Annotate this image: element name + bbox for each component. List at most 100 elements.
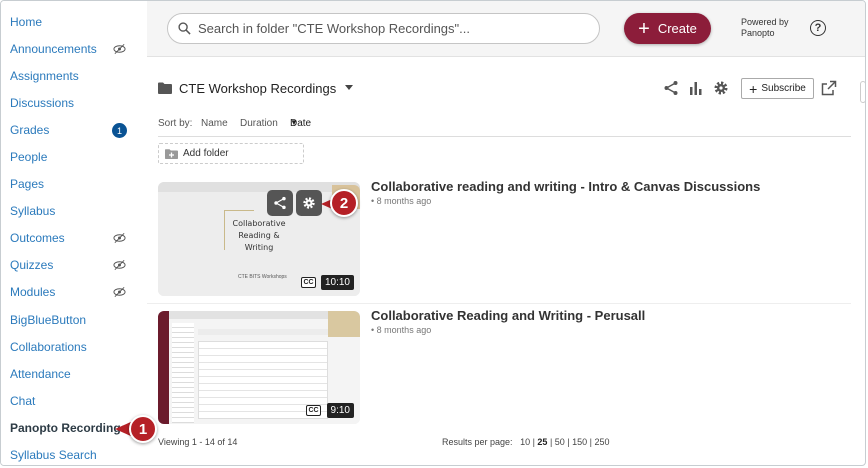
session-date-text: 8 months ago	[376, 196, 432, 206]
sidebar-item-people[interactable]: People	[10, 147, 138, 167]
folder-title-row[interactable]: CTE Workshop Recordings	[158, 78, 336, 98]
sidebar-item-collaborations[interactable]: Collaborations	[10, 337, 138, 357]
results-label: Results per page:	[442, 437, 513, 447]
search-box[interactable]	[167, 13, 600, 44]
thumbnail-module-header	[198, 329, 328, 335]
sidebar-item-label: Syllabus	[10, 204, 56, 218]
callout-number-1: 1	[129, 415, 157, 443]
sidebar-item-label: Collaborations	[10, 340, 87, 354]
session-date: • 8 months ago	[371, 325, 431, 335]
chevron-down-icon[interactable]	[345, 85, 353, 90]
subscribe-button[interactable]: + Subscribe	[741, 78, 814, 99]
sidebar-item-label: Chat	[10, 394, 36, 408]
duration-badge: 10:10	[320, 275, 354, 290]
cc-icon: CC	[306, 405, 321, 416]
sidebar-item-label: Outcomes	[10, 231, 65, 245]
subscribe-label: Subscribe	[761, 83, 806, 94]
slide-title-line: Collaborative	[232, 219, 286, 228]
sidebar-item-grades[interactable]: Grades 1	[10, 120, 138, 140]
viewing-count: Viewing 1 - 14 of 14	[158, 437, 238, 447]
folder-name: CTE Workshop Recordings	[179, 80, 337, 96]
grades-badge: 1	[112, 123, 127, 138]
divider	[158, 136, 851, 137]
sidebar-item-label: Attendance	[10, 367, 71, 381]
session-title[interactable]: Collaborative reading and writing - Intr…	[371, 179, 760, 194]
sidebar-item-pages[interactable]: Pages	[10, 174, 138, 194]
share-icon[interactable]	[663, 80, 679, 96]
app-window: Home Announcements Assignments Discussio…	[0, 0, 866, 466]
create-button[interactable]: + Create	[624, 13, 711, 44]
page-size-option[interactable]: 250	[595, 437, 610, 447]
presenter-webcam	[328, 311, 360, 337]
sidebar-item-label: Home	[10, 15, 43, 29]
folder-icon	[158, 82, 172, 94]
add-folder-icon	[165, 148, 178, 159]
eye-hidden-icon	[113, 233, 126, 243]
sidebar-item-label: Quizzes	[10, 258, 54, 272]
create-label: Create	[657, 21, 697, 36]
stats-icon[interactable]	[688, 80, 704, 96]
sidebar-item-label: Discussions	[10, 96, 75, 110]
sidebar-item-announcements[interactable]: Announcements	[10, 39, 138, 59]
sidebar-item-label: Modules	[10, 285, 56, 299]
duration-badge: 9:10	[326, 403, 354, 418]
page-size-option[interactable]: 50	[555, 437, 565, 447]
page-size-option[interactable]: 10	[520, 437, 530, 447]
panopto-header: + Create Powered by Panopto ?	[147, 1, 865, 57]
sidebar-item-syllabus-search[interactable]: Syllabus Search	[10, 445, 138, 465]
panopto-brand: Panopto	[741, 28, 775, 38]
sidebar-item-bigbluebutton[interactable]: BigBlueButton	[10, 310, 138, 330]
session-row[interactable]: CC 9:10 Collaborative Reading and Writin…	[147, 304, 851, 432]
external-link-icon[interactable]	[821, 80, 837, 96]
sidebar-item-assignments[interactable]: Assignments	[10, 66, 138, 86]
sidebar-item-label: Grades	[10, 123, 50, 137]
search-input[interactable]	[198, 21, 588, 36]
slide-title-line: Writing	[244, 243, 274, 252]
thumbnail-canvas-nav	[158, 311, 169, 424]
eye-hidden-icon	[113, 287, 126, 297]
bullet: •	[371, 196, 375, 206]
sidebar-item-modules[interactable]: Modules	[10, 282, 138, 302]
page-size-option[interactable]: 150	[572, 437, 587, 447]
course-nav-sidebar: Home Announcements Assignments Discussio…	[1, 1, 147, 465]
caret-down-icon: ▼	[290, 118, 298, 127]
sort-label: Sort by:	[158, 118, 193, 129]
add-folder-button[interactable]: Add folder	[158, 143, 304, 164]
sort-duration-option[interactable]: Duration	[240, 118, 278, 129]
sidebar-item-outcomes[interactable]: Outcomes	[10, 228, 138, 248]
session-row[interactable]: Collaborative Reading & Writing CTE BITS…	[147, 176, 851, 304]
sidebar-item-label: Pages	[10, 177, 45, 191]
help-icon[interactable]: ?	[810, 20, 826, 36]
sidebar-item-home[interactable]: Home	[10, 12, 138, 32]
plus-icon: +	[749, 80, 758, 97]
session-thumbnail[interactable]: CC 9:10	[158, 311, 360, 424]
gear-icon[interactable]	[713, 80, 729, 96]
search-icon	[178, 22, 191, 35]
sort-name-option[interactable]: Name	[201, 118, 228, 129]
eye-hidden-icon	[113, 44, 126, 54]
share-button[interactable]	[267, 190, 293, 216]
sidebar-item-label: BigBlueButton	[10, 313, 87, 327]
add-folder-label: Add folder	[183, 148, 229, 159]
scrollbar-handle[interactable]	[860, 81, 865, 103]
bullet: •	[371, 325, 375, 335]
sidebar-item-syllabus[interactable]: Syllabus	[10, 201, 138, 221]
gear-icon	[303, 197, 315, 209]
sidebar-item-attendance[interactable]: Attendance	[10, 364, 138, 384]
sidebar-item-discussions[interactable]: Discussions	[10, 93, 138, 113]
sidebar-item-label: Announcements	[10, 42, 97, 56]
eye-hidden-icon	[113, 260, 126, 270]
results-per-page: Results per page: 10 | 25 | 50 | 150 | 2…	[442, 437, 610, 447]
sidebar-item-quizzes[interactable]: Quizzes	[10, 255, 138, 275]
callout-number-2: 2	[330, 189, 358, 217]
page-size-option-current[interactable]: 25	[537, 437, 547, 447]
slide-decoration	[224, 210, 254, 211]
sidebar-item-label: Assignments	[10, 69, 79, 83]
slide-subtitle: CTE BITS Workshops	[238, 274, 287, 280]
sidebar-item-chat[interactable]: Chat	[10, 391, 138, 411]
plus-icon: +	[638, 17, 650, 40]
thumbnail-browser-bar	[158, 182, 360, 192]
slide-decoration	[224, 210, 225, 250]
sidebar-item-label: People	[10, 150, 48, 164]
session-title[interactable]: Collaborative Reading and Writing - Peru…	[371, 308, 645, 323]
